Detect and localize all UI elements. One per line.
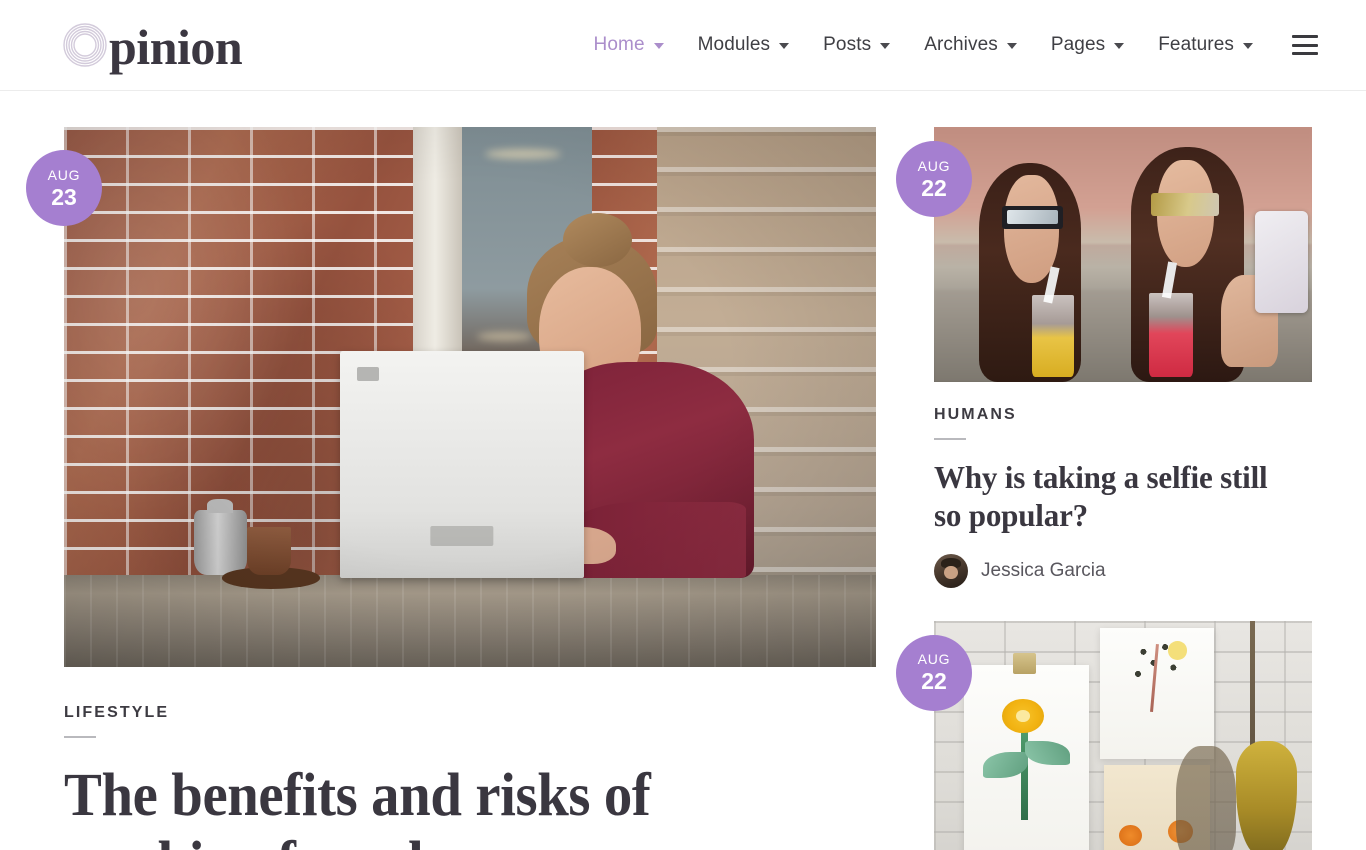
sidebar-headline[interactable]: Why is taking a selfie still so popular? (934, 459, 1301, 535)
nav-item-pages[interactable]: Pages (1034, 34, 1141, 56)
site-logo-text: pinion (109, 19, 243, 75)
featured-headline[interactable]: The benefits and risks of working from h… (64, 762, 819, 850)
ring-logo-icon (62, 22, 108, 68)
nav-item-modules[interactable]: Modules (681, 34, 807, 56)
selfie-photo (934, 127, 1312, 382)
hamburger-bar (1292, 35, 1318, 38)
photo-yellow-drink (1032, 295, 1074, 377)
photo-right-sunglasses (1151, 193, 1220, 217)
nav-item-label: Modules (697, 34, 771, 55)
photo-bulldog-clip (1013, 653, 1037, 675)
nav-item-posts[interactable]: Posts (806, 34, 907, 56)
byline: Jessica Garcia (934, 553, 1312, 588)
site-header: pinion Home Modules Posts Archives Pages… (0, 0, 1366, 91)
featured-article: AUG 23 LIFESTYLE The benefits and risks … (26, 127, 876, 850)
chevron-down-icon (1006, 43, 1017, 49)
featured-image[interactable] (64, 127, 876, 667)
nav-item-label: Home (593, 34, 645, 55)
sidebar-media-wrap: AUG 22 (896, 620, 1312, 850)
chevron-down-icon (779, 43, 790, 49)
chevron-down-icon (880, 43, 891, 49)
page-content: AUG 23 LIFESTYLE The benefits and risks … (0, 91, 1366, 850)
sidebar-article-selfie: AUG 22 HUMANS Why is taking a selfie sti… (896, 127, 1312, 588)
featured-media-wrap: AUG 23 (26, 127, 876, 667)
hamburger-bar (1292, 43, 1318, 47)
avatar[interactable] (934, 553, 968, 588)
botanical-photo (934, 620, 1312, 850)
featured-photo (64, 127, 876, 667)
category-label[interactable]: HUMANS (934, 406, 1312, 424)
hamburger-bar (1292, 52, 1318, 55)
chevron-down-icon (1243, 43, 1253, 49)
sidebar-text-block: HUMANS Why is taking a selfie still so p… (934, 382, 1312, 588)
photo-yellow-bloom-illustration (1168, 641, 1188, 660)
date-badge-month: AUG (47, 166, 81, 183)
chevron-down-icon (1114, 43, 1125, 49)
sidebar-media-wrap: AUG 22 (896, 127, 1312, 382)
sidebar-article-image[interactable] (934, 127, 1312, 382)
date-badge-month: AUG (917, 157, 951, 174)
photo-dried-flowers (1236, 741, 1297, 850)
nav-item-label: Features (1158, 34, 1234, 55)
photo-yellow-poppy (1002, 699, 1044, 734)
nav-item-label: Archives (924, 34, 998, 55)
author-name[interactable]: Jessica Garcia (981, 560, 1106, 582)
category-label[interactable]: LIFESTYLE (64, 704, 876, 722)
sidebar-articles: AUG 22 HUMANS Why is taking a selfie sti… (896, 127, 1312, 850)
photo-pressed-marigold (1119, 824, 1142, 846)
date-badge-day: 22 (921, 174, 947, 201)
photo-smartphone (1255, 211, 1309, 314)
sidebar-article-image[interactable] (934, 620, 1312, 850)
photo-left-sunglasses (1002, 206, 1063, 229)
featured-text-block: LIFESTYLE The benefits and risks of work… (64, 704, 876, 850)
date-badge-day: 22 (921, 668, 947, 694)
photo-dried-roots (1175, 746, 1237, 850)
date-badge-month: AUG (917, 651, 951, 667)
category-divider (64, 736, 96, 738)
date-badge[interactable]: AUG 23 (26, 150, 102, 226)
sidebar-article-botanical: AUG 22 (896, 620, 1312, 850)
category-divider (934, 438, 966, 440)
date-badge-day: 23 (51, 183, 77, 210)
site-logo[interactable]: pinion (62, 19, 243, 75)
date-badge[interactable]: AUG 22 (896, 141, 972, 217)
nav-item-label: Pages (1050, 34, 1106, 55)
photo-vignette (64, 127, 876, 667)
date-badge[interactable]: AUG 22 (896, 634, 972, 711)
hamburger-menu-icon[interactable] (1292, 35, 1318, 55)
primary-navigation: Home Modules Posts Archives Pages Featur… (577, 34, 1366, 56)
nav-item-label: Posts (823, 34, 872, 55)
nav-item-home[interactable]: Home (577, 34, 681, 56)
chevron-down-icon (653, 43, 664, 49)
nav-item-archives[interactable]: Archives (907, 34, 1034, 56)
photo-red-drink (1149, 292, 1193, 377)
nav-item-features[interactable]: Features (1141, 34, 1270, 56)
